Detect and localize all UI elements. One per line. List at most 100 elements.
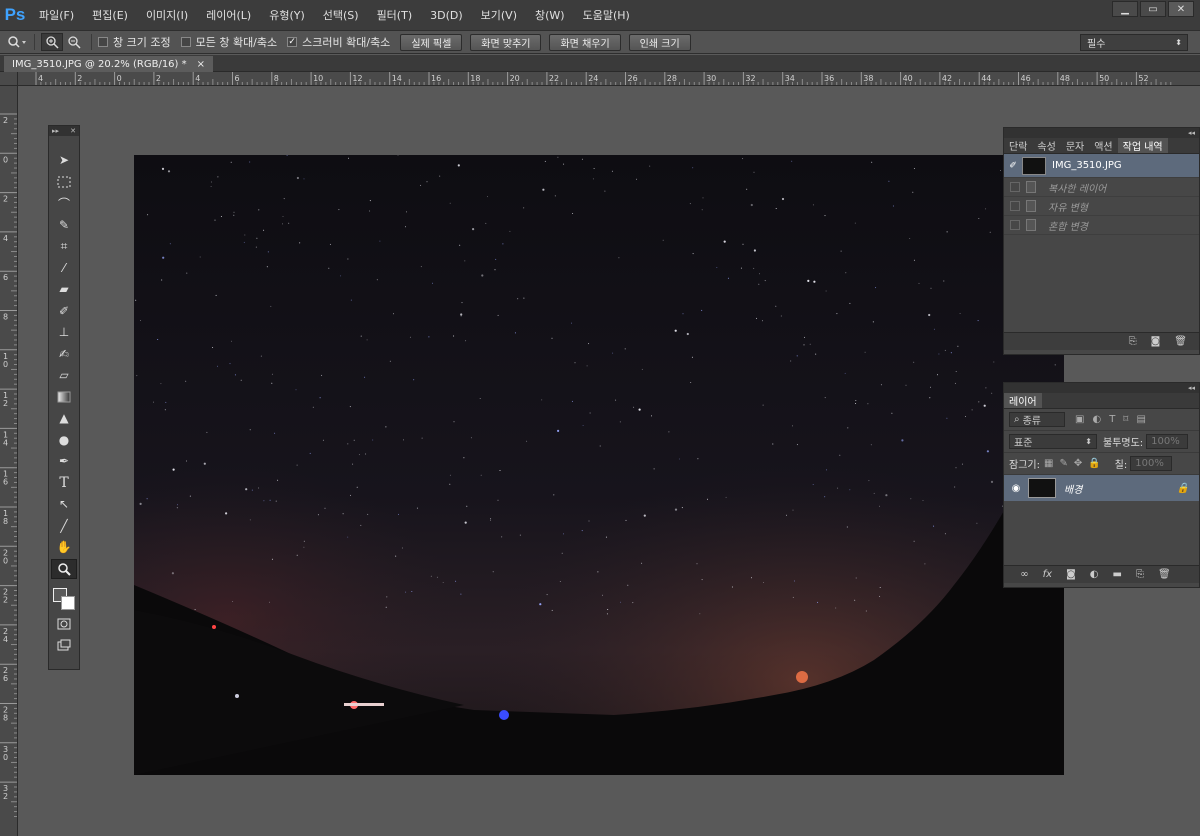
zoom-tool-preset-icon[interactable] (6, 33, 28, 51)
collapse-icon[interactable]: ◂◂ (1188, 384, 1195, 392)
actual-pixels-button[interactable]: 실제 픽셀 (400, 33, 463, 51)
tab-paragraph[interactable]: 단락 (1004, 138, 1032, 153)
menu-layer[interactable]: 레이어(L) (197, 7, 260, 23)
filter-kind-select[interactable]: ⌕ 종류 (1009, 412, 1065, 427)
tools-panel-header[interactable]: ▸▸ ✕ (49, 126, 79, 136)
minimize-button[interactable]: ▁ (1112, 1, 1138, 17)
layer-name[interactable]: 배경 (1064, 481, 1177, 496)
visibility-eye-icon[interactable]: ◉ (1004, 483, 1028, 494)
shape-filter-icon[interactable]: ⌑ (1123, 414, 1128, 425)
pixel-filter-icon[interactable]: ▣ (1075, 414, 1084, 425)
tab-layers[interactable]: 레이어 (1004, 393, 1042, 408)
menu-select[interactable]: 선택(S) (314, 7, 368, 23)
tab-actions[interactable]: 액션 (1089, 138, 1117, 153)
menu-help[interactable]: 도움말(H) (574, 7, 639, 23)
fill-input[interactable]: 100% (1130, 456, 1173, 471)
color-swatches-icon[interactable] (51, 580, 77, 612)
menu-filter[interactable]: 필터(T) (368, 7, 422, 23)
menu-file[interactable]: 파일(F) (30, 7, 83, 23)
fit-screen-button[interactable]: 화면 맞추기 (470, 33, 542, 51)
layer-style-icon[interactable]: fx (1043, 569, 1052, 580)
print-size-button[interactable]: 인쇄 크기 (628, 33, 691, 51)
layers-panel-header[interactable]: ◂◂ (1004, 383, 1199, 393)
quick-mask-icon[interactable] (51, 614, 77, 634)
history-step[interactable]: 자유 변형 (1004, 197, 1199, 216)
line-tool-icon[interactable]: ╱ (51, 516, 77, 536)
new-layer-icon[interactable]: ⎘ (1136, 569, 1144, 580)
vertical-ruler[interactable]: 202468101214161820222426283032 (0, 86, 18, 836)
adjustment-filter-icon[interactable]: ◐ (1092, 414, 1101, 425)
history-brush-tool-icon[interactable]: ✍ (51, 344, 77, 364)
opacity-input[interactable]: 100% (1146, 434, 1189, 449)
gradient-tool-icon[interactable] (51, 387, 77, 407)
close-tab-icon[interactable]: × (197, 59, 205, 70)
workspace-select[interactable]: 필수 ⬍ (1080, 34, 1188, 51)
trash-icon[interactable]: 🗑 (1174, 336, 1187, 347)
blend-mode-select[interactable]: 표준 ⬍ (1009, 434, 1097, 449)
menu-edit[interactable]: 편집(E) (83, 7, 137, 23)
healing-brush-tool-icon[interactable]: ▰ (51, 279, 77, 299)
eraser-tool-icon[interactable]: ▱ (51, 365, 77, 385)
collapse-icon[interactable]: ▸▸ (52, 127, 59, 135)
layer-row-background[interactable]: ◉ 배경 🔒 (1004, 475, 1199, 501)
history-step-checkbox[interactable] (1010, 201, 1020, 211)
tab-character[interactable]: 문자 (1061, 138, 1089, 153)
delete-layer-icon[interactable]: 🗑 (1158, 569, 1171, 580)
zoom-in-icon[interactable] (41, 33, 63, 51)
history-panel-header[interactable]: ◂◂ (1004, 128, 1199, 138)
night-sky-photo[interactable] (134, 155, 1064, 775)
lock-transparent-icon[interactable]: ▦ (1044, 458, 1053, 469)
history-step[interactable]: 복사한 레이어 (1004, 178, 1199, 197)
lasso-tool-icon[interactable]: ⌒ (51, 193, 77, 213)
marquee-tool-icon[interactable] (51, 172, 77, 192)
pen-tool-icon[interactable]: ✒ (51, 451, 77, 471)
close-button[interactable]: ✕ (1168, 1, 1194, 17)
new-group-icon[interactable]: ▬ (1113, 569, 1122, 580)
history-step[interactable]: 혼합 변경 (1004, 216, 1199, 235)
crop-tool-icon[interactable]: ⌗ (51, 236, 77, 256)
adjustment-layer-icon[interactable]: ◐ (1090, 569, 1099, 580)
history-brush-source-icon[interactable]: ✐ (1004, 161, 1022, 171)
eyedropper-tool-icon[interactable]: ⁄ (51, 258, 77, 278)
link-layers-icon[interactable]: ∞ (1020, 569, 1028, 580)
document-tab[interactable]: IMG_3510.JPG @ 20.2% (RGB/16) * × (4, 56, 214, 72)
dodge-tool-icon[interactable]: ● (51, 430, 77, 450)
maximize-button[interactable]: ▭ (1140, 1, 1166, 17)
close-icon[interactable]: ✕ (70, 127, 76, 135)
path-selection-tool-icon[interactable]: ↖ (51, 494, 77, 514)
collapse-icon[interactable]: ◂◂ (1188, 129, 1195, 137)
history-snapshot[interactable]: ✐ IMG_3510.JPG (1004, 154, 1199, 178)
horizontal-ruler[interactable]: 4 2 0 2 4 6 8 10 12 14 16 18 20 22 24 26 28 30 32 34 36 38 40 4… (18, 72, 1200, 86)
move-tool-icon[interactable]: ➤ (51, 150, 77, 170)
ruler-origin[interactable] (0, 72, 18, 86)
brush-tool-icon[interactable]: ✐ (51, 301, 77, 321)
zoom-all-windows-checkbox[interactable]: 모든 창 확대/축소 (180, 34, 277, 50)
fill-screen-button[interactable]: 화면 채우기 (549, 33, 621, 51)
menu-3d[interactable]: 3D(D) (421, 9, 472, 22)
tab-history[interactable]: 작업 내역 (1117, 138, 1168, 153)
smart-object-filter-icon[interactable]: ▤ (1136, 414, 1145, 425)
camera-icon[interactable]: ◙ (1151, 336, 1161, 347)
scrubby-zoom-checkbox[interactable]: ✓ 스크러비 확대/축소 (287, 34, 390, 50)
blur-tool-icon[interactable]: ▲ (51, 408, 77, 428)
menu-type[interactable]: 유형(Y) (260, 7, 314, 23)
tab-properties[interactable]: 속성 (1032, 138, 1060, 153)
lock-all-icon[interactable]: 🔒 (1088, 458, 1100, 469)
type-filter-icon[interactable]: T (1109, 414, 1115, 425)
screen-mode-icon[interactable] (51, 635, 77, 655)
add-mask-icon[interactable]: ◙ (1066, 569, 1076, 580)
zoom-tool-icon[interactable] (51, 558, 77, 579)
hand-tool-icon[interactable]: ✋ (51, 537, 77, 557)
menu-image[interactable]: 이미지(I) (137, 7, 197, 23)
type-tool-icon[interactable]: T (51, 473, 77, 493)
menu-view[interactable]: 보기(V) (472, 7, 526, 23)
menu-window[interactable]: 창(W) (526, 7, 574, 23)
zoom-out-icon[interactable] (63, 33, 85, 51)
new-document-from-state-icon[interactable]: ⎘ (1129, 336, 1137, 347)
lock-pixels-icon[interactable]: ✎ (1059, 458, 1067, 469)
clone-stamp-tool-icon[interactable]: ⊥ (51, 322, 77, 342)
history-step-checkbox[interactable] (1010, 182, 1020, 192)
resize-windows-checkbox[interactable]: 창 크기 조정 (98, 34, 171, 50)
history-step-checkbox[interactable] (1010, 220, 1020, 230)
quick-select-tool-icon[interactable]: ✎ (51, 215, 77, 235)
